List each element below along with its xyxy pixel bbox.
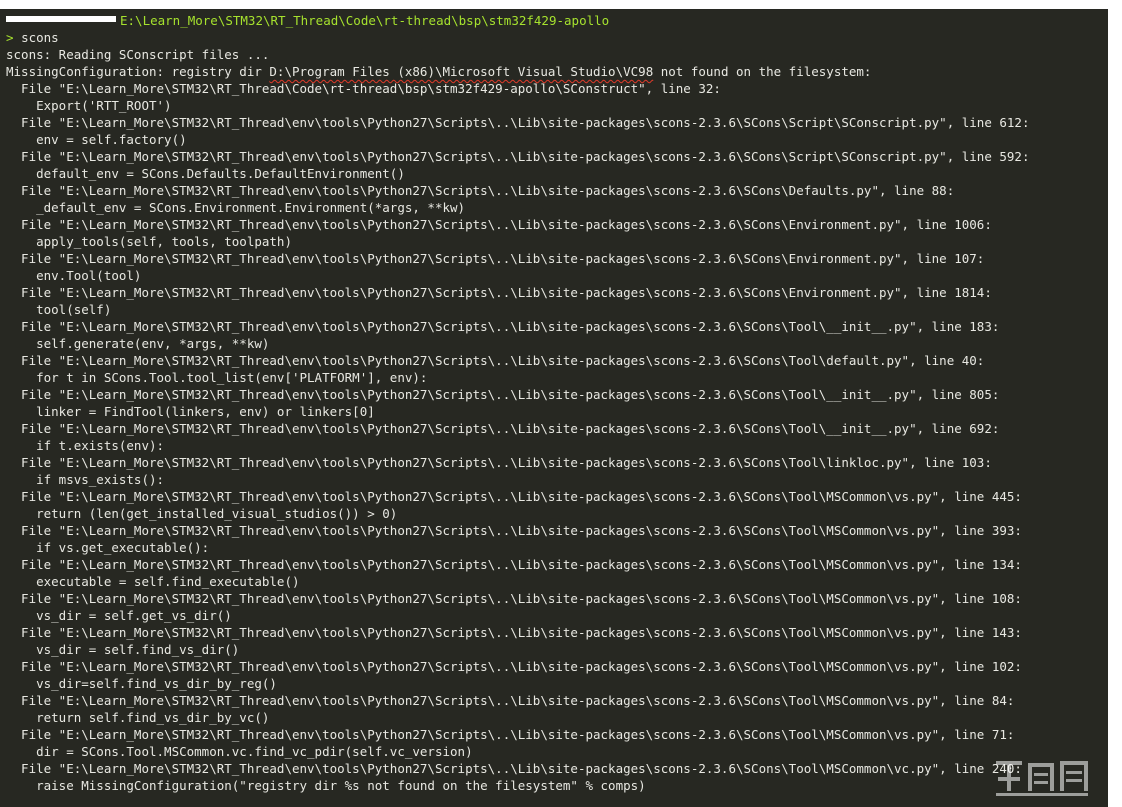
traceback-file-line: File "E:\Learn_More\STM32\RT_Thread\env\… xyxy=(6,353,985,368)
traceback-file-line: File "E:\Learn_More\STM32\RT_Thread\env\… xyxy=(6,285,992,300)
traceback-file-line: File "E:\Learn_More\STM32\RT_Thread\env\… xyxy=(6,625,1022,640)
traceback-file-line: File "E:\Learn_More\STM32\RT_Thread\env\… xyxy=(6,217,992,232)
traceback-file-line: File "E:\Learn_More\STM32\RT_Thread\env\… xyxy=(6,489,1022,504)
error-message-line: MissingConfiguration: registry dir D:\Pr… xyxy=(6,63,1108,80)
traceback-code-line: executable = self.find_executable() xyxy=(6,574,300,589)
traceback-file-line: File "E:\Learn_More\STM32\RT_Thread\env\… xyxy=(6,387,1000,402)
prompt-path: E:\Learn_More\STM32\RT_Thread\Code\rt-th… xyxy=(120,13,610,28)
traceback-file-line: File "E:\Learn_More\STM32\RT_Thread\env\… xyxy=(6,319,1000,334)
traceback-code-line: if t.exists(env): xyxy=(6,438,165,453)
traceback-code-line: dir = SCons.Tool.MSCommon.vc.find_vc_pdi… xyxy=(6,744,473,759)
prompt-path-line: E:\Learn_More\STM32\RT_Thread\Code\rt-th… xyxy=(6,12,1108,29)
status-reading: scons: Reading SConscript files ... xyxy=(6,47,270,62)
traceback-code-line: raise MissingConfiguration("registry dir… xyxy=(6,778,646,793)
traceback-code-line: apply_tools(self, tools, toolpath) xyxy=(6,234,292,249)
traceback-file-line: File "E:\Learn_More\STM32\RT_Thread\env\… xyxy=(6,727,1015,742)
traceback-code-line: Export('RTT_ROOT') xyxy=(6,98,172,113)
prompt-command-line: > scons xyxy=(6,29,1108,46)
terminal-window[interactable]: E:\Learn_More\STM32\RT_Thread\Code\rt-th… xyxy=(0,9,1108,807)
traceback-code-line: env.Tool(tool) xyxy=(6,268,142,283)
error-prefix: MissingConfiguration: registry dir xyxy=(6,64,270,79)
traceback-code-line: vs_dir = self.find_vs_dir() xyxy=(6,642,240,657)
traceback: File "E:\Learn_More\STM32\RT_Thread\Code… xyxy=(6,80,1108,794)
traceback-code-line: tool(self) xyxy=(6,302,112,317)
traceback-file-line: File "E:\Learn_More\STM32\RT_Thread\env\… xyxy=(6,523,1022,538)
error-path: D:\Program Files (x86)\Microsoft Visual … xyxy=(269,64,654,79)
traceback-code-line: vs_dir = self.get_vs_dir() xyxy=(6,608,232,623)
traceback-file-line: File "E:\Learn_More\STM32\RT_Thread\env\… xyxy=(6,557,1022,572)
traceback-code-line: return (len(get_installed_visual_studios… xyxy=(6,506,398,521)
traceback-file-line: File "E:\Learn_More\STM32\RT_Thread\Code… xyxy=(6,81,721,96)
traceback-code-line: _default_env = SCons.Environment.Environ… xyxy=(6,200,466,215)
error-suffix: not found on the filesystem: xyxy=(653,64,872,79)
traceback-code-line: if vs.get_executable(): xyxy=(6,540,210,555)
traceback-code-line: return self.find_vs_dir_by_vc() xyxy=(6,710,270,725)
traceback-code-line: for t in SCons.Tool.tool_list(env['PLATF… xyxy=(6,370,428,385)
watermark-logo xyxy=(996,761,1088,796)
terminal-output: E:\Learn_More\STM32\RT_Thread\Code\rt-th… xyxy=(6,12,1108,794)
traceback-file-line: File "E:\Learn_More\STM32\RT_Thread\env\… xyxy=(6,591,1022,606)
traceback-file-line: File "E:\Learn_More\STM32\RT_Thread\env\… xyxy=(6,183,955,198)
traceback-file-line: File "E:\Learn_More\STM32\RT_Thread\env\… xyxy=(6,149,1030,164)
traceback-file-line: File "E:\Learn_More\STM32\RT_Thread\env\… xyxy=(6,693,1015,708)
traceback-code-line: vs_dir=self.find_vs_dir_by_reg() xyxy=(6,676,277,691)
traceback-code-line: env = self.factory() xyxy=(6,132,187,147)
traceback-code-line: default_env = SCons.Defaults.DefaultEnvi… xyxy=(6,166,405,181)
prompt-symbol: > xyxy=(6,30,14,45)
traceback-file-line: File "E:\Learn_More\STM32\RT_Thread\env\… xyxy=(6,421,1000,436)
traceback-file-line: File "E:\Learn_More\STM32\RT_Thread\env\… xyxy=(6,761,1022,776)
traceback-file-line: File "E:\Learn_More\STM32\RT_Thread\env\… xyxy=(6,455,992,470)
traceback-code-line: if msvs_exists(): xyxy=(6,472,165,487)
prompt-command: scons xyxy=(21,30,59,45)
redacted-username xyxy=(6,15,116,22)
traceback-code-line: linker = FindTool(linkers, env) or linke… xyxy=(6,404,375,419)
traceback-file-line: File "E:\Learn_More\STM32\RT_Thread\env\… xyxy=(6,115,1030,130)
traceback-code-line: self.generate(env, *args, **kw) xyxy=(6,336,270,351)
traceback-file-line: File "E:\Learn_More\STM32\RT_Thread\env\… xyxy=(6,659,1022,674)
traceback-file-line: File "E:\Learn_More\STM32\RT_Thread\env\… xyxy=(6,251,985,266)
